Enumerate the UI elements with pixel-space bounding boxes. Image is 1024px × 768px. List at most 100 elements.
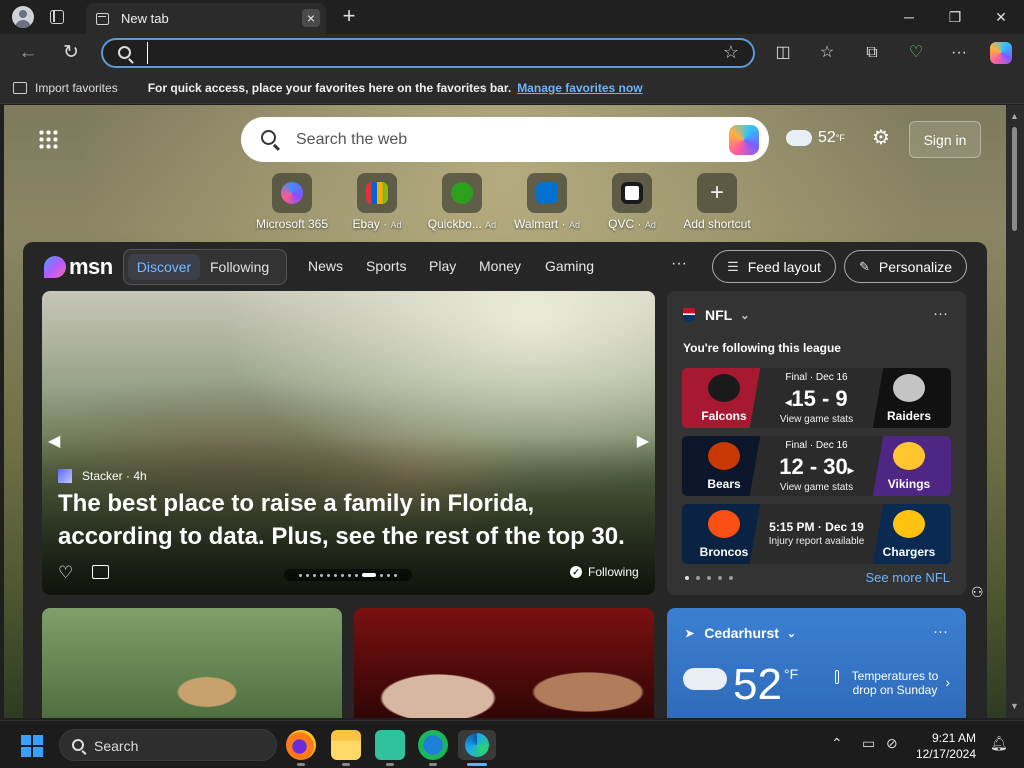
- nav-gaming[interactable]: Gaming: [545, 258, 594, 274]
- address-input[interactable]: [147, 42, 707, 64]
- feed-segment-control: Discover Following: [123, 249, 287, 285]
- back-icon[interactable]: ←: [17, 42, 39, 64]
- game-stats-link[interactable]: View game stats: [766, 482, 867, 493]
- comment-icon[interactable]: [92, 565, 109, 579]
- shortcut-qvc[interactable]: QVC · Ad: [592, 173, 672, 233]
- game-stats-link[interactable]: View game stats: [766, 414, 867, 425]
- tab-title: New tab: [121, 11, 169, 26]
- nfl-more-icon[interactable]: ···: [933, 305, 948, 322]
- scroll-down-icon[interactable]: ▼: [1010, 701, 1019, 711]
- shortcut-ebay[interactable]: Ebay · Ad: [337, 173, 417, 233]
- tab-actions-icon[interactable]: [50, 10, 64, 24]
- notification-bell-icon[interactable]: 🔔︎: [990, 735, 1008, 752]
- shortcut-walmart[interactable]: Walmart · Ad: [507, 173, 587, 233]
- firefox-icon[interactable]: [286, 730, 316, 760]
- weather-widget[interactable]: 52 °F: [784, 125, 845, 147]
- tab-discover[interactable]: Discover: [128, 254, 200, 280]
- tray-overflow-icon[interactable]: ⌃: [831, 735, 843, 752]
- nav-play[interactable]: Play: [429, 258, 456, 274]
- import-favorites-button[interactable]: Import favorites: [35, 81, 118, 95]
- hero-next-icon[interactable]: ▶: [637, 431, 649, 451]
- volume-muted-icon[interactable]: ⊘: [886, 735, 898, 752]
- copilot-icon[interactable]: [729, 125, 759, 155]
- tab-close-button[interactable]: ×: [302, 9, 320, 27]
- weather-more-icon[interactable]: ···: [933, 623, 948, 640]
- taskbar-search[interactable]: Search: [59, 729, 277, 761]
- reload-icon[interactable]: ↻: [60, 42, 82, 64]
- manage-favorites-link[interactable]: Manage favorites now: [517, 81, 642, 95]
- edge-beta-icon[interactable]: [418, 730, 448, 760]
- personalize-button[interactable]: ✎ Personalize: [844, 250, 967, 283]
- copilot-app-icon[interactable]: [375, 730, 405, 760]
- scroll-thumb[interactable]: [1012, 127, 1017, 231]
- hero-prev-icon[interactable]: ◀: [48, 431, 60, 451]
- hero-story-card[interactable]: ◀ ▶ Stacker · 4h The best place to raise…: [42, 291, 655, 595]
- nav-sports[interactable]: Sports: [366, 258, 406, 274]
- collections-icon[interactable]: ⧉: [861, 42, 883, 64]
- weather-card[interactable]: ➤ Cedarhurst ⌄ ··· 52 °F Temperatures to…: [667, 608, 966, 718]
- address-bar[interactable]: ☆: [101, 38, 755, 68]
- network-icon[interactable]: ▭: [862, 735, 875, 752]
- falcons-logo-icon: [708, 374, 740, 402]
- nfl-shield-icon: [683, 308, 695, 322]
- msn-feed: msn Discover Following News Sports Play …: [23, 242, 987, 718]
- feedback-icon[interactable]: ⚇: [971, 584, 984, 601]
- nav-news[interactable]: News: [308, 258, 343, 274]
- msn-brand: msn: [69, 254, 113, 279]
- favorites-icon[interactable]: ☆: [816, 42, 838, 64]
- shortcut-microsoft-365[interactable]: Microsoft 365: [252, 173, 332, 233]
- windows-start-icon[interactable]: [21, 735, 43, 757]
- feed-more-icon[interactable]: ···: [671, 255, 687, 273]
- page-scrollbar[interactable]: ▲ ▼: [1006, 105, 1024, 718]
- search-placeholder: Search the web: [296, 131, 408, 148]
- ad-label: Ad: [485, 220, 497, 230]
- split-screen-icon[interactable]: ◫: [772, 42, 794, 64]
- settings-gear-icon[interactable]: ⚙: [870, 127, 892, 149]
- copilot-icon[interactable]: [990, 42, 1012, 64]
- taskbar-clock[interactable]: 9:21 AM 12/17/2024: [912, 730, 976, 762]
- story-card-wrestling[interactable]: [354, 608, 654, 718]
- minimize-button[interactable]: ─: [886, 0, 932, 34]
- qvc-icon: [621, 182, 643, 204]
- game-bears-vikings[interactable]: Bears Final · Dec 16 12 - 30▸ View game …: [682, 436, 951, 496]
- chevron-right-icon[interactable]: ›: [945, 674, 950, 690]
- windows-taskbar: Search ⌃ ▭ ⊘ 9:21 AM 12/17/2024 🔔︎: [0, 720, 1024, 768]
- new-tab-button[interactable]: +: [340, 5, 358, 27]
- close-window-button[interactable]: ✕: [978, 0, 1024, 34]
- edge-icon[interactable]: [458, 730, 496, 760]
- weather-location[interactable]: ➤ Cedarhurst ⌄: [685, 625, 796, 641]
- story-card-dog[interactable]: [42, 608, 342, 718]
- hero-headline[interactable]: The best place to raise a family in Flor…: [58, 487, 638, 553]
- carousel-pager[interactable]: [284, 569, 412, 581]
- performance-icon[interactable]: ♡: [905, 42, 927, 64]
- scroll-up-icon[interactable]: ▲: [1010, 111, 1019, 121]
- ad-label: Ad: [390, 220, 402, 230]
- add-shortcut-button[interactable]: + Add shortcut: [677, 173, 757, 233]
- tab-following[interactable]: Following: [210, 254, 269, 280]
- more-menu-icon[interactable]: ···: [948, 42, 970, 64]
- sparkle-icon: ✎: [858, 258, 870, 274]
- msn-logo[interactable]: msn: [44, 254, 113, 280]
- tab-new-tab[interactable]: New tab ×: [86, 3, 326, 34]
- like-heart-icon[interactable]: ♡: [58, 563, 73, 583]
- shortcut-label: Walmart: [514, 217, 559, 231]
- nav-money[interactable]: Money: [479, 258, 521, 274]
- following-label: Following: [588, 565, 639, 579]
- following-indicator[interactable]: ✓ Following: [570, 565, 639, 579]
- feed-layout-button[interactable]: ☰ Feed layout: [712, 250, 836, 283]
- team-home: Falcons: [701, 409, 747, 423]
- web-search-box[interactable]: Search the web: [241, 117, 769, 162]
- shortcut-quickbooks[interactable]: Quickbo... Ad: [422, 173, 502, 233]
- nfl-league-selector[interactable]: NFL ⌄: [683, 307, 749, 323]
- see-more-nfl-link[interactable]: See more NFL: [865, 570, 950, 585]
- favorite-star-icon[interactable]: ☆: [723, 42, 739, 63]
- file-explorer-icon[interactable]: [331, 730, 361, 760]
- game-falcons-raiders[interactable]: Falcons Final · Dec 16 ◂15 - 9 View game…: [682, 368, 951, 428]
- profile-avatar[interactable]: [12, 6, 34, 28]
- injury-report-link[interactable]: Injury report available: [766, 536, 867, 547]
- sign-in-button[interactable]: Sign in: [909, 121, 981, 158]
- app-launcher-icon[interactable]: [38, 129, 58, 149]
- restore-button[interactable]: ❐: [932, 0, 978, 34]
- game-broncos-chargers[interactable]: Broncos 5:15 PM · Dec 19 Injury report a…: [682, 504, 951, 564]
- nfl-pager[interactable]: [685, 576, 733, 580]
